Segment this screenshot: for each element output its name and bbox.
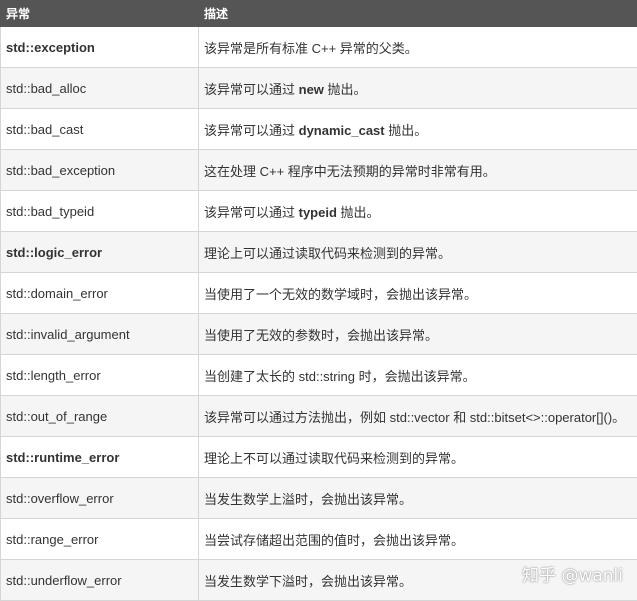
exception-description: 该异常可以通过 typeid 抛出。 bbox=[199, 191, 637, 232]
exception-name: std::out_of_range bbox=[1, 396, 199, 437]
table-row: std::bad_exception 这在处理 C++ 程序中无法预期的异常时非常… bbox=[1, 150, 637, 191]
exception-description: 该异常是所有标准 C++ 异常的父类。 bbox=[199, 27, 637, 68]
table-header-row: 异常 描述 bbox=[1, 1, 637, 27]
table-row: std::domain_error 当使用了一个无效的数学域时，会抛出该异常。 bbox=[1, 273, 637, 314]
table-row: std::bad_alloc该异常可以通过 new 抛出。 bbox=[1, 68, 637, 109]
description-text: 该异常可以通过 bbox=[204, 123, 299, 138]
exception-name: std::logic_error bbox=[1, 232, 199, 273]
exception-description: 该异常可以通过 dynamic_cast 抛出。 bbox=[199, 109, 637, 150]
header-description: 描述 bbox=[199, 1, 637, 27]
table-row: std::logic_error 理论上可以通过读取代码来检测到的异常。 bbox=[1, 232, 637, 273]
exception-name: std::overflow_error bbox=[1, 478, 199, 519]
description-text: 抛出。 bbox=[337, 205, 380, 220]
exception-description: 当使用了无效的参数时，会抛出该异常。 bbox=[199, 314, 637, 355]
table-row: std::overflow_error 当发生数学上溢时，会抛出该异常。 bbox=[1, 478, 637, 519]
exception-name: std::range_error bbox=[1, 519, 199, 560]
exception-name: std::exception bbox=[1, 27, 199, 68]
table-row: std::runtime_error 理论上不可以通过读取代码来检测到的异常。 bbox=[1, 437, 637, 478]
exception-description: 当发生数学上溢时，会抛出该异常。 bbox=[199, 478, 637, 519]
exception-description: 当创建了太长的 std::string 时，会抛出该异常。 bbox=[199, 355, 637, 396]
exception-name: std::bad_exception bbox=[1, 150, 199, 191]
header-exception: 异常 bbox=[1, 1, 199, 27]
description-text: 该异常可以通过 bbox=[204, 82, 299, 97]
description-keyword: dynamic_cast bbox=[299, 123, 385, 138]
exception-name: std::underflow_error bbox=[1, 560, 199, 601]
exception-description: 当尝试存储超出范围的值时，会抛出该异常。 bbox=[199, 519, 637, 560]
exception-description: 该异常可以通过方法抛出，例如 std::vector 和 std::bitset… bbox=[199, 396, 637, 437]
table-row: std::range_error 当尝试存储超出范围的值时，会抛出该异常。 bbox=[1, 519, 637, 560]
description-text: 理论上可以通过读取代码来检测到的异常。 bbox=[204, 246, 451, 261]
exception-table: 异常 描述 std::exception该异常是所有标准 C++ 异常的父类。s… bbox=[0, 0, 637, 601]
description-text: 理论上不可以通过读取代码来检测到的异常。 bbox=[204, 451, 464, 466]
exception-name: std::domain_error bbox=[1, 273, 199, 314]
table-row: std::bad_typeid该异常可以通过 typeid 抛出。 bbox=[1, 191, 637, 232]
exception-description: 理论上可以通过读取代码来检测到的异常。 bbox=[199, 232, 637, 273]
table-body: std::exception 该异常是所有标准 C++ 异常的父类。std::ba… bbox=[1, 27, 637, 601]
exception-name: std::runtime_error bbox=[1, 437, 199, 478]
description-text: 该异常可以通过 bbox=[204, 205, 299, 220]
exception-description: 理论上不可以通过读取代码来检测到的异常。 bbox=[199, 437, 637, 478]
description-keyword: typeid bbox=[299, 205, 337, 220]
description-text: 这在处理 C++ 程序中无法预期的异常时非常有用。 bbox=[204, 164, 496, 179]
table-row: std::bad_cast该异常可以通过 dynamic_cast 抛出。 bbox=[1, 109, 637, 150]
description-text: 抛出。 bbox=[324, 82, 367, 97]
description-text: 当创建了太长的 std::string 时，会抛出该异常。 bbox=[204, 369, 476, 384]
exception-name: std::bad_cast bbox=[1, 109, 199, 150]
description-keyword: new bbox=[299, 82, 324, 97]
table-row: std::exception 该异常是所有标准 C++ 异常的父类。 bbox=[1, 27, 637, 68]
description-text: 当使用了无效的参数时，会抛出该异常。 bbox=[204, 328, 438, 343]
table-row: std::length_error 当创建了太长的 std::string 时，会… bbox=[1, 355, 637, 396]
exception-description: 该异常可以通过 new 抛出。 bbox=[199, 68, 637, 109]
exception-name: std::bad_typeid bbox=[1, 191, 199, 232]
exception-name: std::invalid_argument bbox=[1, 314, 199, 355]
description-text: 该异常可以通过方法抛出，例如 std::vector 和 std::bitset… bbox=[204, 410, 625, 425]
description-text: 当使用了一个无效的数学域时，会抛出该异常。 bbox=[204, 287, 477, 302]
description-text: 当发生数学下溢时，会抛出该异常。 bbox=[204, 574, 412, 589]
exception-name: std::bad_alloc bbox=[1, 68, 199, 109]
exception-description: 当使用了一个无效的数学域时，会抛出该异常。 bbox=[199, 273, 637, 314]
exception-name: std::length_error bbox=[1, 355, 199, 396]
description-text: 该异常是所有标准 C++ 异常的父类。 bbox=[204, 41, 418, 56]
description-text: 当尝试存储超出范围的值时，会抛出该异常。 bbox=[204, 533, 464, 548]
table-row: std::out_of_range 该异常可以通过方法抛出，例如 std::vec… bbox=[1, 396, 637, 437]
watermark: 知乎 @wanli bbox=[522, 561, 623, 586]
exception-description: 这在处理 C++ 程序中无法预期的异常时非常有用。 bbox=[199, 150, 637, 191]
description-text: 抛出。 bbox=[385, 123, 428, 138]
table-row: std::invalid_argument 当使用了无效的参数时，会抛出该异常。 bbox=[1, 314, 637, 355]
description-text: 当发生数学上溢时，会抛出该异常。 bbox=[204, 492, 412, 507]
